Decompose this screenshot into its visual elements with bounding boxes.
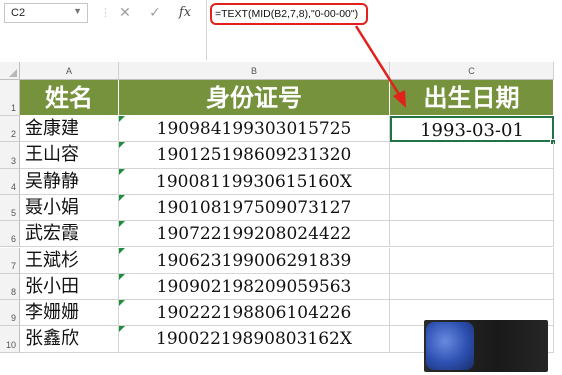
id-cell[interactable]: 190623199006291839 [119,247,390,274]
column-header-b[interactable]: B [119,62,390,80]
insert-function-button[interactable]: fx [174,2,196,24]
name-cell[interactable]: 张鑫欣 [20,326,119,353]
birth-date-cell[interactable] [390,221,554,248]
column-header-c[interactable]: C [390,62,554,80]
name-cell[interactable]: 聂小娟 [20,194,119,222]
birth-date-cell[interactable] [390,247,554,274]
id-cell[interactable]: 190222198806104226 [119,300,390,327]
formula-bar-divider [206,0,207,60]
name-cell[interactable]: 王斌杉 [20,247,119,274]
floating-widget[interactable] [424,320,548,372]
name-cell[interactable]: 吴静静 [20,168,119,195]
row-header-5[interactable]: 5 [0,194,20,222]
name-cell[interactable]: 武宏霞 [20,221,119,248]
name-cell[interactable]: 金康建 [20,116,119,143]
header-cell-birth[interactable]: 出生日期 [390,80,554,116]
id-cell[interactable]: 190108197509073127 [119,194,390,222]
id-cell[interactable]: 190125198609231320 [119,142,390,169]
row-header-1[interactable]: 1 [0,80,20,116]
row-header-9[interactable]: 9 [0,300,20,327]
id-cell[interactable]: 19002219890803162X [119,326,390,353]
id-cell[interactable]: 19008119930615160X [119,168,390,195]
check-icon[interactable]: ✓ [144,2,166,24]
id-cell[interactable]: 190722199208024422 [119,221,390,248]
row-header-10[interactable]: 10 [0,326,20,353]
column-header-a[interactable]: A [20,62,119,80]
row-header-3[interactable]: 3 [0,142,20,169]
name-cell[interactable]: 李姗姗 [20,300,119,327]
name-box[interactable]: C2 ▼ [4,3,88,23]
row-header-7[interactable]: 7 [0,247,20,274]
formula-bar-grip-icon: ⋮ [100,6,111,19]
birth-date-cell[interactable] [390,273,554,301]
birth-date-cell[interactable] [390,194,554,222]
name-cell[interactable]: 王山容 [20,142,119,169]
close-icon[interactable]: ✕ [114,2,136,24]
header-cell-name[interactable]: 姓名 [20,80,119,116]
name-box-value: C2 [11,7,26,19]
header-cell-id[interactable]: 身份证号 [119,80,390,116]
birth-date-cell-active[interactable]: 1993-03-01 [390,116,554,143]
id-cell[interactable]: 190984199303015725 [119,116,390,143]
row-header-8[interactable]: 8 [0,273,20,301]
row-header-6[interactable]: 6 [0,221,20,248]
name-cell[interactable]: 张小田 [20,273,119,301]
row-header-2[interactable]: 2 [0,116,20,143]
id-cell[interactable]: 190902198209059563 [119,273,390,301]
row-header-4[interactable]: 4 [0,168,20,195]
select-all-corner[interactable] [0,62,20,80]
formula-input[interactable]: =TEXT(MID(B2,7,8),"0-00-00") [210,3,368,25]
chevron-down-icon[interactable]: ▼ [73,6,82,16]
birth-date-cell[interactable] [390,168,554,195]
birth-date-cell[interactable] [390,142,554,169]
widget-orb-icon [426,322,474,370]
